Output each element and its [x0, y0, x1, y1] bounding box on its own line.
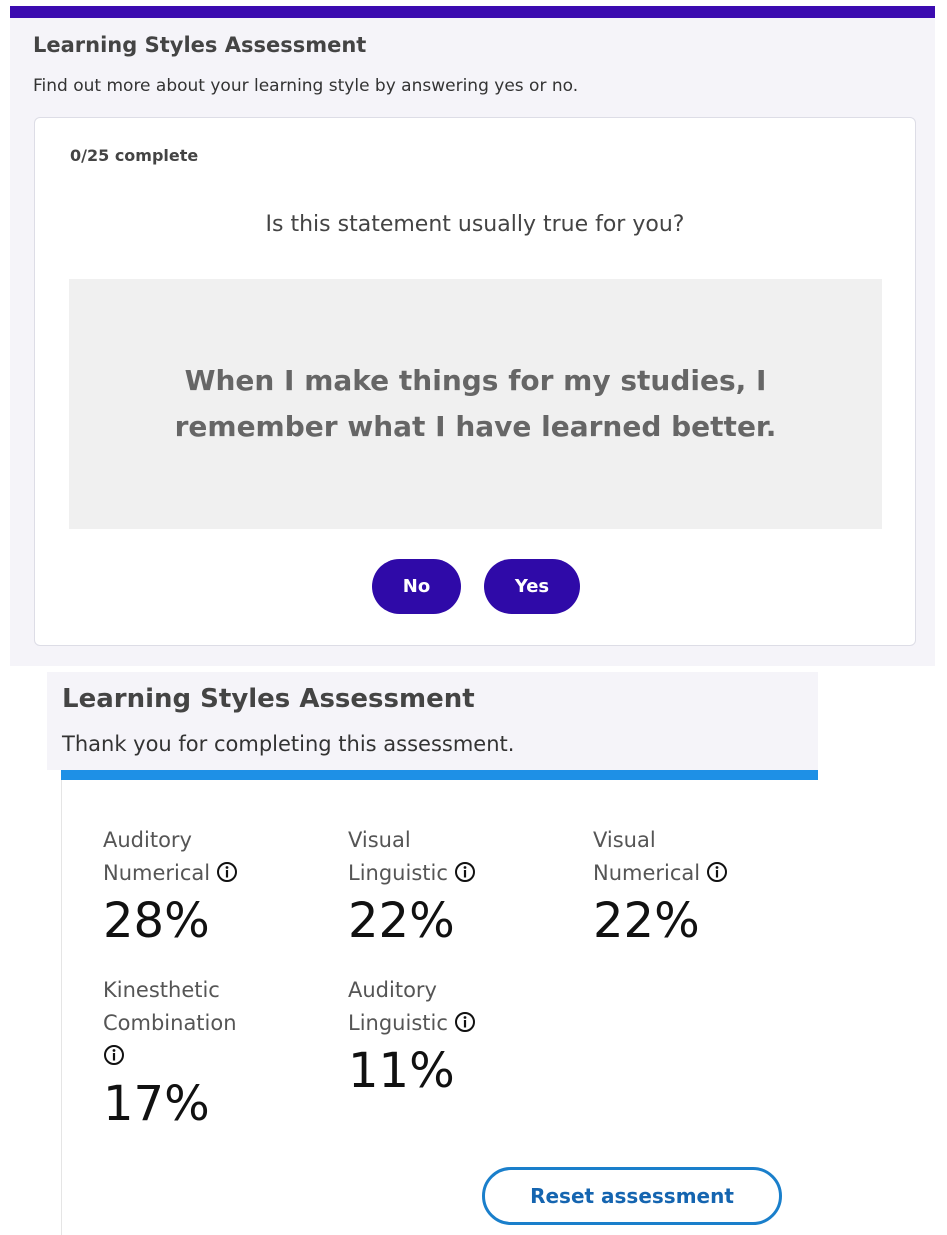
result-label-line1: Visual [348, 828, 411, 852]
question-panel: Learning Styles Assessment Find out more… [10, 6, 935, 666]
yes-button[interactable]: Yes [484, 559, 580, 614]
result-label-line2: Linguistic [348, 1011, 448, 1035]
info-icon[interactable] [216, 860, 238, 893]
result-percentage: 22% [348, 893, 455, 949]
result-label-line1: Visual [593, 828, 656, 852]
question-prompt: Is this statement usually true for you? [265, 212, 685, 237]
progress-count: 0/25 complete [70, 146, 199, 165]
assessment-subtitle: Find out more about your learning style … [33, 76, 579, 96]
no-button[interactable]: No [372, 559, 461, 614]
result-percentage: 28% [103, 893, 210, 949]
result-auditory-linguistic: Auditory Linguistic 11% [348, 974, 548, 1099]
result-label-line2: Numerical [593, 861, 701, 885]
result-label-line2: Linguistic [348, 861, 448, 885]
results-title: Learning Styles Assessment [62, 684, 475, 714]
statement-box: When I make things for my studies, I rem… [69, 279, 882, 529]
info-icon[interactable] [103, 1043, 125, 1076]
question-card: 0/25 complete Is this statement usually … [34, 117, 916, 646]
info-icon[interactable] [454, 1010, 476, 1043]
assessment-title: Learning Styles Assessment [33, 33, 367, 57]
result-label: Visual Numerical [593, 824, 793, 893]
top-accent-bar [10, 6, 935, 18]
result-visual-numerical: Visual Numerical 22% [593, 824, 793, 949]
result-label: Auditory Linguistic [348, 974, 548, 1043]
result-label-line1: Kinesthetic [103, 978, 220, 1002]
result-percentage: 17% [103, 1076, 210, 1132]
results-accent-bar [61, 770, 818, 780]
results-header: Learning Styles Assessment Thank you for… [47, 672, 818, 770]
info-icon[interactable] [706, 860, 728, 893]
result-label-line2: Numerical [103, 861, 211, 885]
result-kinesthetic-combination: Kinesthetic Combination 17% [103, 974, 303, 1132]
results-body: Auditory Numerical 28% Visual Linguistic… [61, 780, 819, 1235]
results-subtitle: Thank you for completing this assessment… [62, 732, 515, 756]
result-percentage: 11% [348, 1043, 455, 1099]
result-auditory-numerical: Auditory Numerical 28% [103, 824, 303, 949]
result-percentage: 22% [593, 893, 700, 949]
result-label-line1: Auditory [348, 978, 437, 1002]
result-label-line1: Auditory [103, 828, 192, 852]
result-visual-linguistic: Visual Linguistic 22% [348, 824, 548, 949]
result-label: Visual Linguistic [348, 824, 548, 893]
result-label: Auditory Numerical [103, 824, 303, 893]
statement-text: When I make things for my studies, I rem… [174, 364, 777, 443]
result-label-line2: Combination [103, 1011, 237, 1035]
result-label: Kinesthetic Combination [103, 974, 303, 1076]
info-icon[interactable] [454, 860, 476, 893]
reset-assessment-button[interactable]: Reset assessment [482, 1167, 782, 1225]
